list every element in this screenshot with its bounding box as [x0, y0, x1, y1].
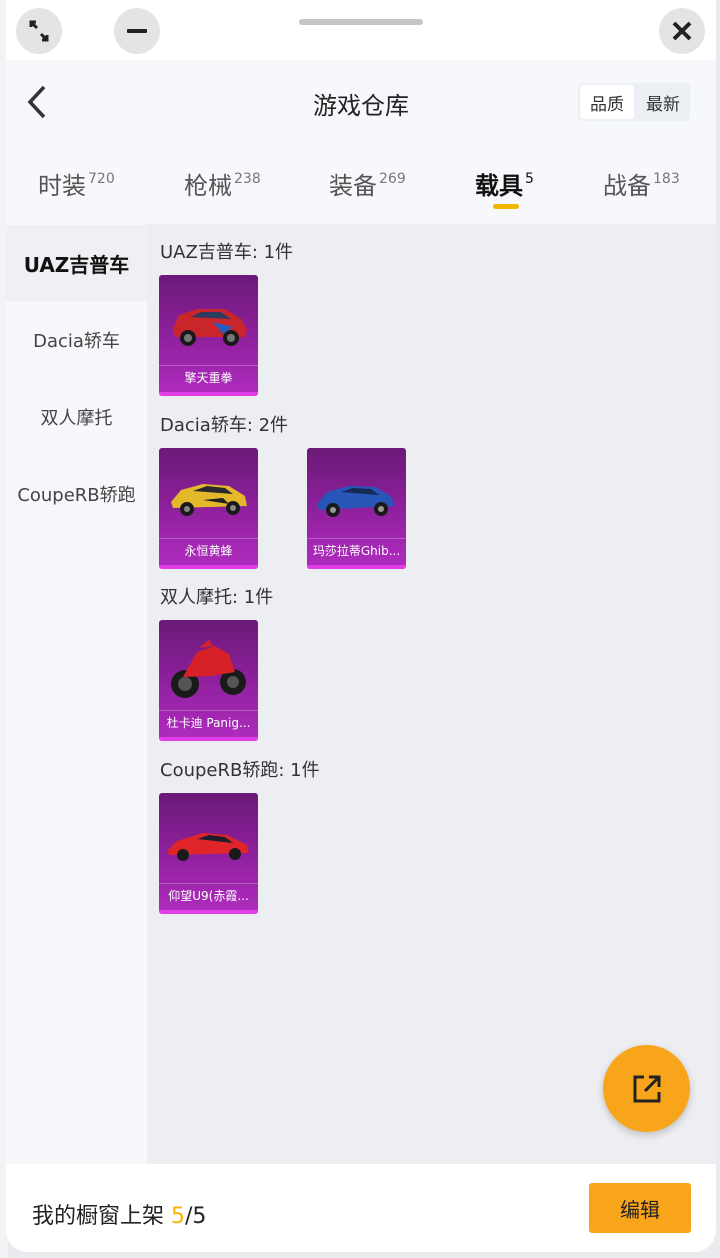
drag-handle[interactable]: [299, 19, 423, 25]
page-header: 游戏仓库 品质 最新: [6, 60, 716, 144]
sidebar-item-uaz[interactable]: UAZ吉普车: [6, 225, 147, 301]
tab-vehicles[interactable]: 载具 5: [475, 166, 534, 201]
category-tabs: 时装 720 枪械 238 装备 269 载具 5 战备 183: [6, 144, 716, 224]
sidebar-item-dacia[interactable]: Dacia轿车: [6, 302, 147, 378]
tab-supplies[interactable]: 战备 183: [603, 166, 680, 201]
vehicle-card[interactable]: 杜卡迪 Panig...: [159, 620, 258, 741]
card-divider: [159, 710, 258, 711]
expand-button[interactable]: [16, 8, 62, 54]
red-motorcycle-icon: [171, 640, 246, 698]
showcase-current-count: 5: [171, 1204, 186, 1229]
minimize-button[interactable]: [114, 8, 160, 54]
vehicle-name: 仰望U9(赤霞...: [168, 889, 249, 903]
blue-sedan-icon: [317, 486, 395, 517]
section-title-uaz: UAZ吉普车: 1件: [160, 242, 294, 263]
sort-option-quality[interactable]: 品质: [580, 85, 634, 119]
warehouse-sheet: 游戏仓库 品质 最新 时装 720 枪械 238 装备 269 载具 5 战备 183 U…: [6, 0, 716, 1252]
close-icon: [672, 21, 692, 41]
vehicle-card[interactable]: 擎天重拳: [159, 275, 258, 396]
section-title-motorcycle: 双人摩托: 1件: [160, 587, 274, 608]
vehicle-card[interactable]: 玛莎拉蒂Ghib...: [307, 448, 406, 569]
edit-button[interactable]: 编辑: [589, 1183, 691, 1233]
sidebar-item-motorcycle[interactable]: 双人摩托: [6, 379, 147, 455]
showcase-bar: 我的橱窗上架 5/5 编辑: [6, 1164, 716, 1252]
showcase-total-count: /5: [185, 1204, 207, 1229]
vehicle-card[interactable]: 仰望U9(赤霞...: [159, 793, 258, 914]
section-title-coupe: CoupeRB轿跑: 1件: [160, 760, 320, 781]
vehicle-list: UAZ吉普车: 1件 擎天重拳 Dacia轿车: 2件 永恒黄蜂 玛莎拉蒂Ghi…: [147, 224, 716, 1164]
card-divider: [159, 538, 258, 539]
card-divider: [159, 883, 258, 884]
sidebar-item-coupe[interactable]: CoupeRB轿跑: [6, 456, 147, 532]
sort-option-latest[interactable]: 最新: [636, 83, 690, 121]
vehicle-type-sidebar: UAZ吉普车 Dacia轿车 双人摩托 CoupeRB轿跑: [6, 224, 147, 1164]
share-fab[interactable]: [603, 1045, 690, 1132]
yellow-car-icon: [171, 484, 247, 516]
close-button[interactable]: [659, 8, 705, 54]
sort-toggle: 品质 最新: [578, 83, 690, 121]
red-suv-icon: [173, 309, 247, 346]
section-title-dacia: Dacia轿车: 2件: [160, 415, 289, 436]
minus-icon: [127, 29, 147, 33]
active-tab-indicator: [493, 204, 519, 209]
vehicle-card[interactable]: 永恒黄蜂: [159, 448, 258, 569]
red-sportscar-icon: [167, 833, 249, 861]
sheet-top-bar: [6, 0, 716, 60]
vehicle-name: 杜卡迪 Panig...: [166, 716, 251, 730]
tab-guns[interactable]: 枪械 238: [184, 166, 261, 201]
vehicle-name: 玛莎拉蒂Ghib...: [312, 544, 401, 558]
tab-fashion[interactable]: 时装 720: [38, 166, 115, 201]
card-divider: [307, 538, 406, 539]
tab-equipment[interactable]: 装备 269: [329, 166, 406, 201]
vehicle-name: 永恒黄蜂: [184, 544, 233, 558]
card-divider: [159, 365, 258, 366]
showcase-status: 我的橱窗上架 5/5: [32, 1204, 207, 1229]
external-link-icon: [633, 1075, 660, 1102]
expand-icon: [29, 20, 49, 42]
vehicle-name: 擎天重拳: [184, 371, 233, 385]
